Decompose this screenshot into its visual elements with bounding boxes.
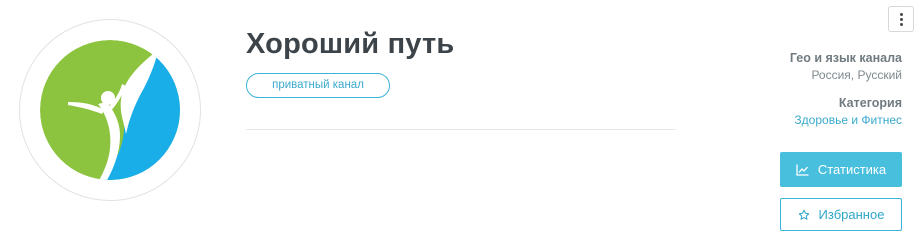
geo-language-block: Гео и язык канала Россия, Русский bbox=[790, 50, 902, 84]
favorite-button-label: Избранное bbox=[818, 207, 885, 222]
channel-logo-icon bbox=[40, 40, 180, 180]
geo-language-value: Россия, Русский bbox=[811, 68, 902, 82]
channel-card: Хороший путь приватный канал Гео и язык … bbox=[0, 0, 918, 247]
statistics-button[interactable]: Статистика bbox=[780, 152, 902, 187]
private-channel-badge: приватный канал bbox=[246, 73, 390, 98]
favorite-button[interactable]: Избранное bbox=[780, 198, 902, 231]
channel-title: Хороший путь bbox=[246, 28, 455, 60]
channel-avatar bbox=[19, 19, 201, 201]
geo-language-label: Гео и язык канала bbox=[789, 51, 902, 65]
category-block: Категория Здоровье и Фитнес bbox=[794, 95, 902, 129]
category-label: Категория bbox=[838, 96, 902, 110]
line-chart-icon bbox=[796, 164, 809, 176]
more-options-button[interactable] bbox=[888, 6, 914, 32]
divider bbox=[246, 129, 676, 130]
category-link[interactable]: Здоровье и Фитнес bbox=[794, 112, 902, 129]
statistics-button-label: Статистика bbox=[817, 162, 887, 177]
star-outline-icon bbox=[798, 209, 809, 220]
